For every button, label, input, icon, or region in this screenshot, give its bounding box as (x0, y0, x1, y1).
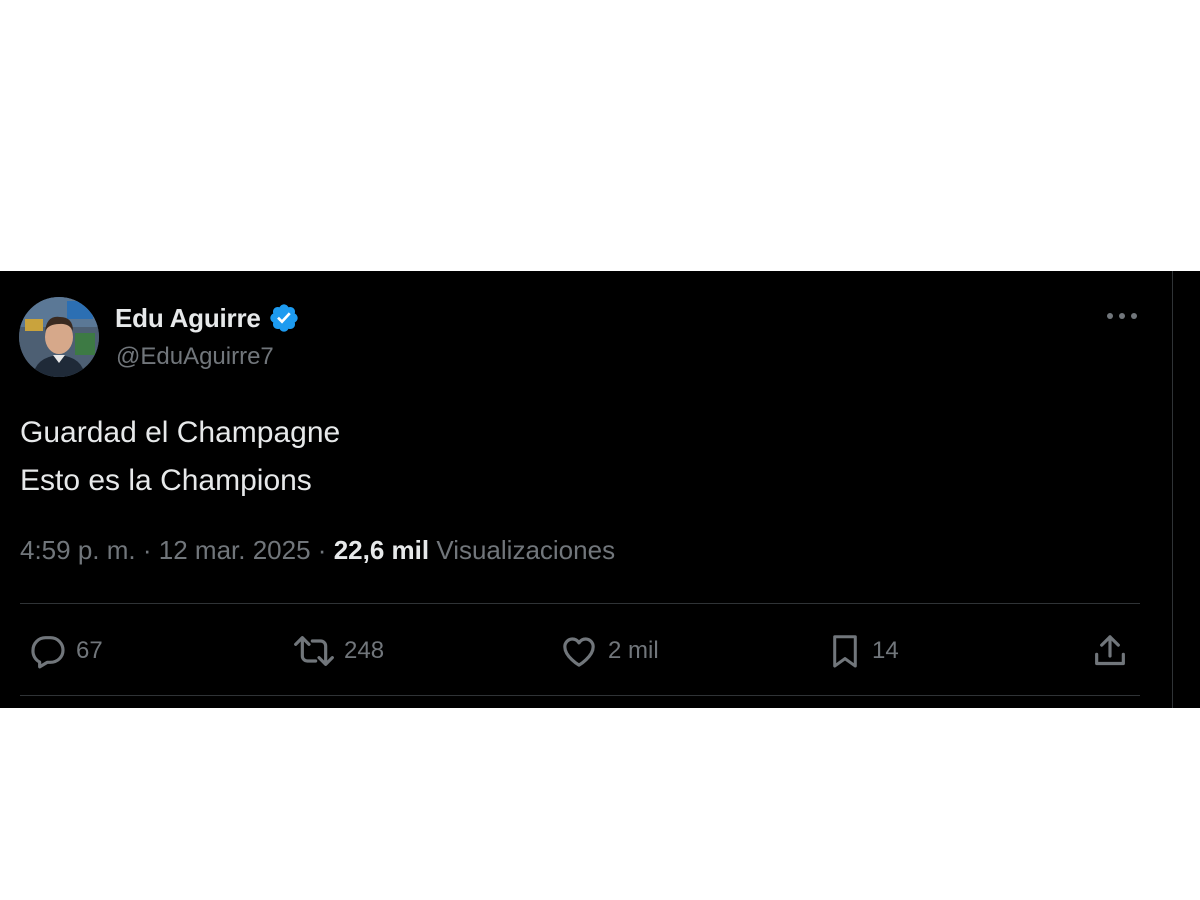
divider (20, 603, 1140, 604)
profile-photo-icon (19, 297, 99, 377)
share-upload-icon (1095, 635, 1125, 666)
retweet-button[interactable]: 248 (292, 626, 384, 676)
bookmark-count: 14 (872, 637, 899, 664)
retweet-icon (294, 636, 334, 666)
tweet-date[interactable]: 12 mar. 2025 (159, 535, 311, 565)
tweet-time[interactable]: 4:59 p. m. (20, 535, 136, 565)
bookmark-button[interactable]: 14 (826, 626, 899, 676)
tweet-line: Guardad el Champagne (20, 416, 341, 449)
more-options-button[interactable] (1104, 301, 1140, 331)
reply-button[interactable]: 67 (28, 626, 103, 676)
display-name-row[interactable]: Edu Aguirre (115, 301, 300, 335)
share-button[interactable] (1090, 626, 1130, 676)
heart-icon (563, 637, 595, 667)
bookmark-icon (833, 635, 857, 668)
tweet-meta: 4:59 p. m. · 12 mar. 2025 · 22,6 mil Vis… (20, 535, 615, 566)
avatar[interactable] (19, 297, 99, 377)
meta-separator: · (317, 535, 327, 565)
reply-count: 67 (76, 637, 103, 664)
tweet-text: Guardad el Champagne Esto es la Champion… (20, 409, 340, 505)
divider (20, 695, 1140, 696)
like-count: 2 mil (608, 637, 659, 664)
more-horizontal-icon (1107, 313, 1137, 319)
tweet-card: Edu Aguirre @EduAguirre7 Guardad el Cham… (0, 271, 1200, 708)
reply-bubble-icon (31, 636, 65, 669)
verified-badge-icon (268, 302, 300, 334)
views-label: Visualizaciones (436, 535, 616, 565)
like-button[interactable]: 2 mil (558, 626, 659, 676)
user-handle[interactable]: @EduAguirre7 (116, 343, 274, 371)
views-count[interactable]: 22,6 mil (334, 535, 429, 565)
display-name[interactable]: Edu Aguirre (115, 303, 261, 334)
action-bar: 67 248 2 mil 14 (0, 626, 1172, 676)
tweet-line: Esto es la Champions (20, 464, 312, 497)
meta-separator: · (142, 535, 152, 565)
retweet-count: 248 (344, 637, 385, 664)
column-divider (1172, 271, 1173, 708)
